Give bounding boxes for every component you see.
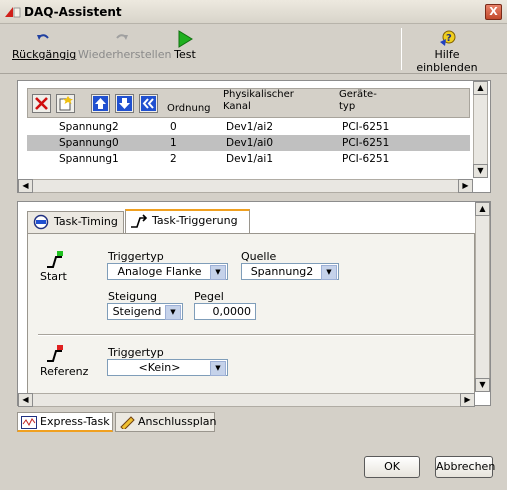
scroll-left-arrow[interactable]: ◀ [18,179,33,193]
physical-channel: Dev1/ai2 [226,121,274,133]
redo-label: Wiederherstellen [78,48,172,61]
undo-button[interactable]: Rückgängig [12,30,77,70]
undo-label: Rückgängig [12,48,77,61]
table-row[interactable]: Spannung1 2 Dev1/ai1 PCI-6251 [27,151,470,167]
clock-icon [33,214,49,230]
chevron-down-icon: ▼ [210,361,226,376]
device-type: PCI-6251 [342,121,390,133]
trigger-type-label: Triggertyp [108,250,164,263]
help-icon: ? [438,30,456,48]
add-channel-icon [59,96,73,111]
tab-express-task[interactable]: Express-Task [17,412,113,432]
reference-section-label: Referenz [40,365,89,378]
start-trigger-icon [47,251,63,268]
tab-label: Anschlussplan [138,415,217,428]
redo-button[interactable]: Wiederherstellen [78,30,171,70]
device-type: PCI-6251 [342,137,390,149]
channel-name: Spannung0 [59,137,119,149]
section-divider [38,334,474,336]
chevron-down-icon: ▼ [165,305,181,320]
double-left-icon [141,96,156,111]
channel-order: 0 [170,121,177,133]
help-label: Hilfe einblenden [416,48,478,74]
column-physical-channel: Physikalischer Kanal [223,89,294,112]
source-label: Quelle [241,250,277,263]
redo-icon [113,30,131,48]
channel-order: 1 [170,137,177,149]
channel-horizontal-scrollbar[interactable] [18,179,473,193]
scroll-up-arrow[interactable]: ▲ [473,81,488,95]
down-arrow-icon [117,96,132,111]
help-button[interactable]: ? Hilfe einblenden [404,30,490,74]
table-row[interactable]: Spannung0 1 Dev1/ai0 PCI-6251 [27,135,470,151]
tab-label: Task-Timing [54,215,118,228]
tab-label: Express-Task [40,415,110,428]
tab-task-timing[interactable]: Task-Timing [27,211,124,233]
scroll-down-arrow[interactable]: ▼ [475,378,490,392]
scroll-up-arrow[interactable]: ▲ [475,202,490,216]
undo-icon [34,30,52,48]
dropdown-value: Spannung2 [250,265,314,278]
chevron-down-icon: ▼ [321,265,337,280]
slope-label: Steigung [108,290,158,303]
tab-task-triggering[interactable]: Task-Triggerung [125,209,250,234]
physical-channel: Dev1/ai1 [226,153,274,165]
svg-text:?: ? [446,33,452,44]
trigger-icon [131,214,148,228]
ok-button[interactable]: OK [364,456,420,478]
trigger-type-dropdown[interactable]: Analoge Flanke ▼ [107,263,228,280]
trigger-vertical-scrollbar[interactable] [475,202,490,392]
run-arrow-icon [176,30,194,48]
up-arrow-icon [93,96,108,111]
channel-name: Spannung2 [59,121,119,133]
scroll-right-arrow[interactable]: ▶ [460,393,475,407]
dropdown-value: <Kein> [138,361,181,374]
window-title: DAQ-Assistent [24,5,122,19]
move-top-button[interactable] [139,94,158,113]
reference-trigger-type-label: Triggertyp [108,346,164,359]
source-dropdown[interactable]: Spannung2 ▼ [241,263,339,280]
daq-app-icon [5,6,21,18]
tab-connection-diagram[interactable]: Anschlussplan [115,412,217,432]
test-label: Test [174,48,196,61]
tab-label: Task-Triggerung [152,214,238,227]
dropdown-value: Analoge Flanke [117,265,202,278]
toolbar-separator [401,28,402,70]
move-down-button[interactable] [115,94,134,113]
device-type: PCI-6251 [342,153,390,165]
scroll-left-arrow[interactable]: ◀ [18,393,33,407]
trigger-horizontal-scrollbar[interactable] [18,393,475,407]
reference-trigger-type-dropdown[interactable]: <Kein> ▼ [107,359,228,376]
express-task-icon [21,416,37,429]
close-button[interactable]: X [485,4,502,20]
pencil-icon [120,416,135,429]
channel-name: Spannung1 [59,153,119,165]
add-channel-button[interactable] [56,94,75,113]
chevron-down-icon: ▼ [210,265,226,280]
scroll-right-arrow[interactable]: ▶ [458,179,473,193]
slope-dropdown[interactable]: Steigend ▼ [107,303,183,320]
channel-order: 2 [170,153,177,165]
move-up-button[interactable] [91,94,110,113]
delete-channel-button[interactable] [32,94,51,113]
dropdown-value: Steigend [112,305,162,318]
cancel-button[interactable]: Abbrechen [435,456,495,478]
test-button[interactable]: Test [168,30,202,70]
start-section-label: Start [40,270,67,283]
table-row[interactable]: Spannung2 0 Dev1/ai2 PCI-6251 [27,119,470,135]
level-input[interactable]: 0,0000 [194,303,256,320]
reference-trigger-icon [47,345,63,362]
column-device-type: Geräte- typ [339,89,377,112]
scroll-down-arrow[interactable]: ▼ [473,164,488,178]
level-label: Pegel [194,290,224,303]
physical-channel: Dev1/ai0 [226,137,274,149]
column-order: Ordnung [167,103,211,114]
delete-icon [35,97,48,110]
